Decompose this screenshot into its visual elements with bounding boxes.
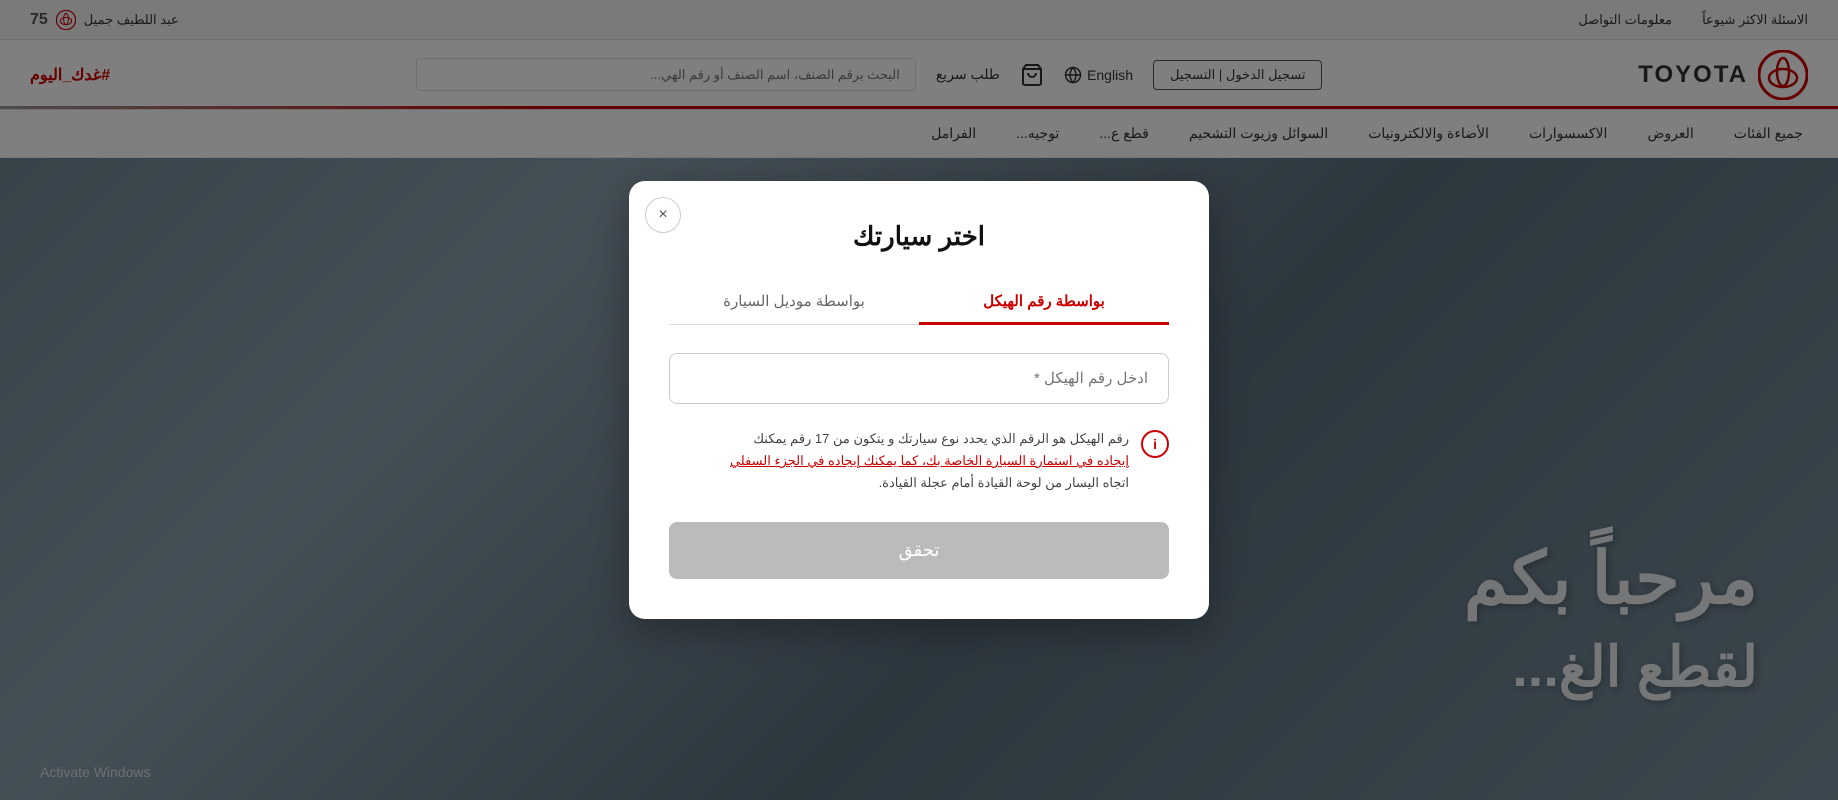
vin-info-link[interactable]: إيجاده في استمارة السيارة الخاصة بك، كما…	[730, 453, 1129, 468]
tab-by-model[interactable]: بواسطة موديل السيارة	[669, 280, 919, 325]
vin-input[interactable]	[669, 353, 1169, 404]
modal-tabs: بواسطة رقم الهيكل بواسطة موديل السيارة	[669, 280, 1169, 325]
vin-input-container	[669, 353, 1169, 404]
modal-title: اختر سيارتك	[669, 221, 1169, 252]
car-selector-modal: × اختر سيارتك بواسطة رقم الهيكل بواسطة م…	[629, 181, 1209, 619]
info-box: i رقم الهيكل هو الرقم الذي يحدد نوع سيار…	[669, 428, 1169, 494]
info-icon: i	[1141, 430, 1169, 458]
tab-by-vin[interactable]: بواسطة رقم الهيكل	[919, 280, 1169, 325]
verify-button[interactable]: تحقق	[669, 522, 1169, 579]
vin-info-text: رقم الهيكل هو الرقم الذي يحدد نوع سيارتك…	[730, 428, 1129, 494]
modal-close-button[interactable]: ×	[645, 197, 681, 233]
modal-overlay: × اختر سيارتك بواسطة رقم الهيكل بواسطة م…	[0, 0, 1838, 800]
close-icon: ×	[658, 206, 667, 224]
